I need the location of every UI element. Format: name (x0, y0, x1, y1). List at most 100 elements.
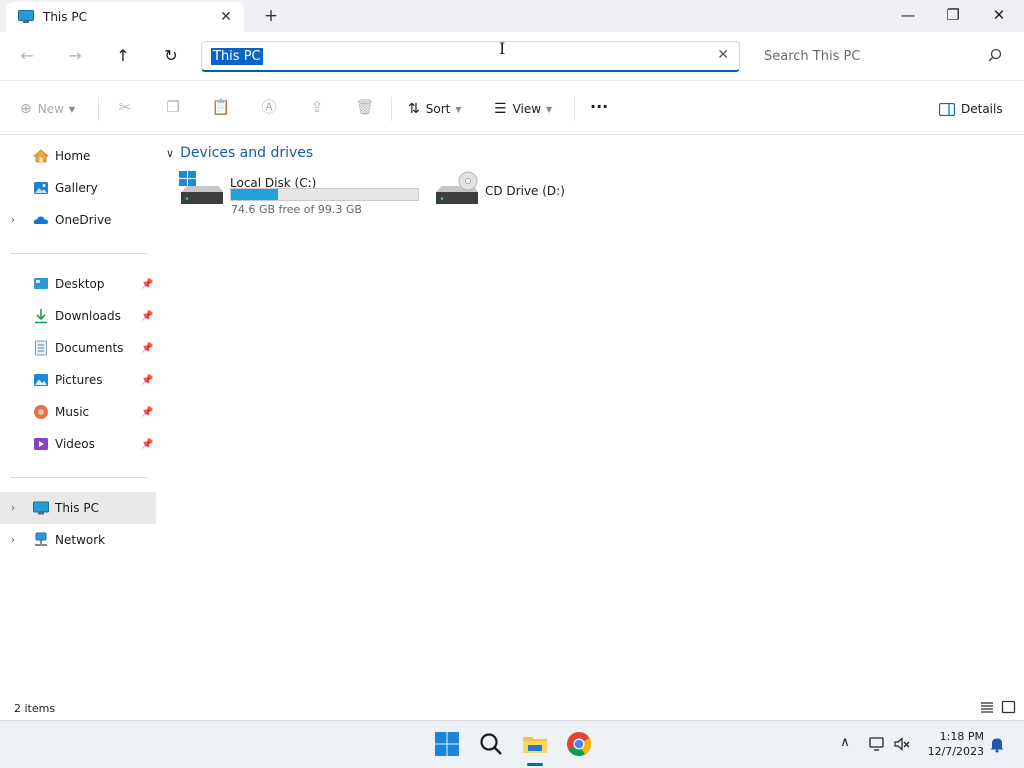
pin-icon[interactable]: 📌 (141, 343, 153, 354)
sidebar-item-gallery[interactable]: Gallery (0, 172, 156, 204)
sidebar-item-desktop[interactable]: Desktop 📌 (0, 268, 156, 300)
drive-free-space: 74.6 GB free of 99.3 GB (231, 203, 362, 216)
pictures-icon (34, 374, 48, 386)
address-bar[interactable]: This PC ✕ (201, 41, 740, 72)
network-icon (35, 532, 47, 546)
sidebar-item-network[interactable]: › Network (0, 524, 156, 556)
pin-icon[interactable]: 📌 (141, 311, 153, 322)
sidebar-item-label: Home (55, 149, 91, 163)
active-app-indicator (527, 763, 543, 766)
pin-icon[interactable]: 📌 (141, 279, 153, 290)
details-label: Details (961, 102, 1003, 116)
status-bar: 2 items (0, 691, 1024, 720)
sidebar-item-home[interactable]: Home (0, 140, 156, 172)
details-button[interactable]: Details (939, 99, 1003, 119)
desktop-icon (34, 278, 48, 289)
delete-icon[interactable]: 🗑 (354, 96, 376, 118)
sidebar-item-label: Videos (55, 437, 95, 451)
drive-cd-d[interactable]: CD Drive (D:) (434, 170, 594, 220)
sort-button[interactable]: ⇅ Sort ▼ (408, 99, 462, 119)
view-button[interactable]: ☰ View ▼ (494, 99, 552, 119)
sidebar-item-label: Downloads (55, 309, 121, 323)
sidebar-item-label: Music (55, 405, 90, 419)
address-text[interactable]: This PC (211, 48, 263, 65)
tab-close-icon[interactable]: ✕ (218, 9, 234, 25)
paste-icon[interactable]: 📋 (210, 96, 232, 118)
windows-drive-icon (179, 171, 223, 204)
sidebar-item-documents[interactable]: Documents 📌 (0, 332, 156, 364)
chevron-up-icon[interactable]: ∧ (836, 735, 854, 753)
sidebar-item-label: Desktop (55, 277, 105, 291)
tiles-view-icon[interactable] (1001, 700, 1017, 714)
text-cursor-icon: I (499, 39, 506, 58)
chevron-right-icon[interactable]: › (11, 535, 15, 546)
drive-name: CD Drive (D:) (485, 184, 565, 198)
more-options-button[interactable]: ··· (590, 96, 608, 116)
address-row: ← → ↑ ↻ This PC ✕ I (0, 32, 1024, 80)
sort-label: Sort (425, 102, 451, 116)
chevron-right-icon[interactable]: › (11, 215, 15, 226)
notification-bell-icon[interactable] (988, 735, 1006, 753)
group-title: Devices and drives (180, 145, 314, 161)
home-icon (33, 149, 49, 163)
chevron-down-icon: ▼ (68, 104, 76, 114)
windows-start-icon[interactable] (433, 730, 461, 758)
sidebar-item-label: Gallery (55, 181, 98, 195)
restore-button[interactable]: ❐ (938, 4, 968, 28)
chrome-icon[interactable] (565, 730, 593, 758)
chevron-down-icon: ∨ (166, 146, 175, 160)
this-pc-icon (33, 501, 49, 515)
pin-icon[interactable]: 📌 (141, 375, 153, 386)
forward-button[interactable]: → (62, 45, 88, 67)
sidebar-item-downloads[interactable]: Downloads 📌 (0, 300, 156, 332)
pin-icon[interactable]: 📌 (141, 407, 153, 418)
details-view-icon[interactable] (979, 700, 995, 714)
new-icon: ⊕ (20, 101, 32, 117)
clock[interactable]: 1:18 PM 12/7/2023 (918, 729, 984, 759)
copy-icon[interactable]: ❐ (162, 96, 184, 118)
sidebar-item-videos[interactable]: Videos 📌 (0, 428, 156, 460)
documents-icon (35, 340, 47, 356)
rename-icon[interactable]: Ⓐ (258, 96, 280, 118)
clear-address-icon[interactable]: ✕ (717, 47, 729, 63)
search-icon[interactable] (477, 730, 505, 758)
sidebar-item-pictures[interactable]: Pictures 📌 (0, 364, 156, 396)
clock-time: 1:18 PM (939, 730, 984, 743)
pin-icon[interactable]: 📌 (141, 439, 153, 450)
chevron-right-icon[interactable]: › (11, 503, 15, 514)
videos-icon (34, 438, 48, 450)
up-button[interactable]: ↑ (110, 45, 136, 67)
tab-this-pc[interactable]: This PC ✕ (6, 2, 244, 32)
downloads-icon (35, 309, 47, 324)
new-label: New (37, 102, 64, 116)
sidebar-item-this-pc[interactable]: › This PC (0, 492, 156, 524)
group-header-devices[interactable]: ∨ Devices and drives (166, 145, 313, 161)
close-button[interactable]: ✕ (984, 4, 1014, 28)
content-pane: ∨ Devices and drives Local Disk (C:) 74.… (160, 136, 1024, 691)
sidebar-item-label: Documents (55, 341, 124, 355)
search-input[interactable] (750, 41, 1016, 72)
sidebar-item-music[interactable]: Music 📌 (0, 396, 156, 428)
music-icon (34, 405, 48, 419)
command-bar: ⊕ New ▼ ✂ ❐ 📋 Ⓐ ⇪ 🗑 ⇅ Sort ▼ ☰ View ▼ ··… (0, 80, 1024, 135)
new-tab-button[interactable]: + (262, 6, 280, 26)
drive-usage-bar (230, 188, 419, 201)
volume-muted-icon[interactable] (893, 735, 911, 753)
item-count: 2 items (14, 702, 56, 715)
refresh-button[interactable]: ↻ (158, 45, 184, 67)
share-icon[interactable]: ⇪ (306, 96, 328, 118)
new-button[interactable]: ⊕ New ▼ (20, 99, 75, 119)
sort-icon: ⇅ (408, 101, 420, 117)
sidebar-item-onedrive[interactable]: › OneDrive (0, 204, 156, 236)
file-explorer-icon[interactable] (521, 730, 549, 758)
details-pane-icon (939, 102, 955, 116)
separator (391, 97, 392, 121)
back-button[interactable]: ← (14, 45, 40, 67)
minimize-button[interactable]: — (893, 4, 923, 28)
navigation-pane: Home Gallery › OneDrive Desktop 📌 Downlo… (0, 136, 156, 691)
search-box[interactable] (750, 41, 1016, 72)
cut-icon[interactable]: ✂ (114, 96, 136, 118)
clock-date: 12/7/2023 (927, 745, 984, 758)
display-icon[interactable] (868, 735, 886, 753)
search-icon[interactable] (988, 48, 1002, 62)
